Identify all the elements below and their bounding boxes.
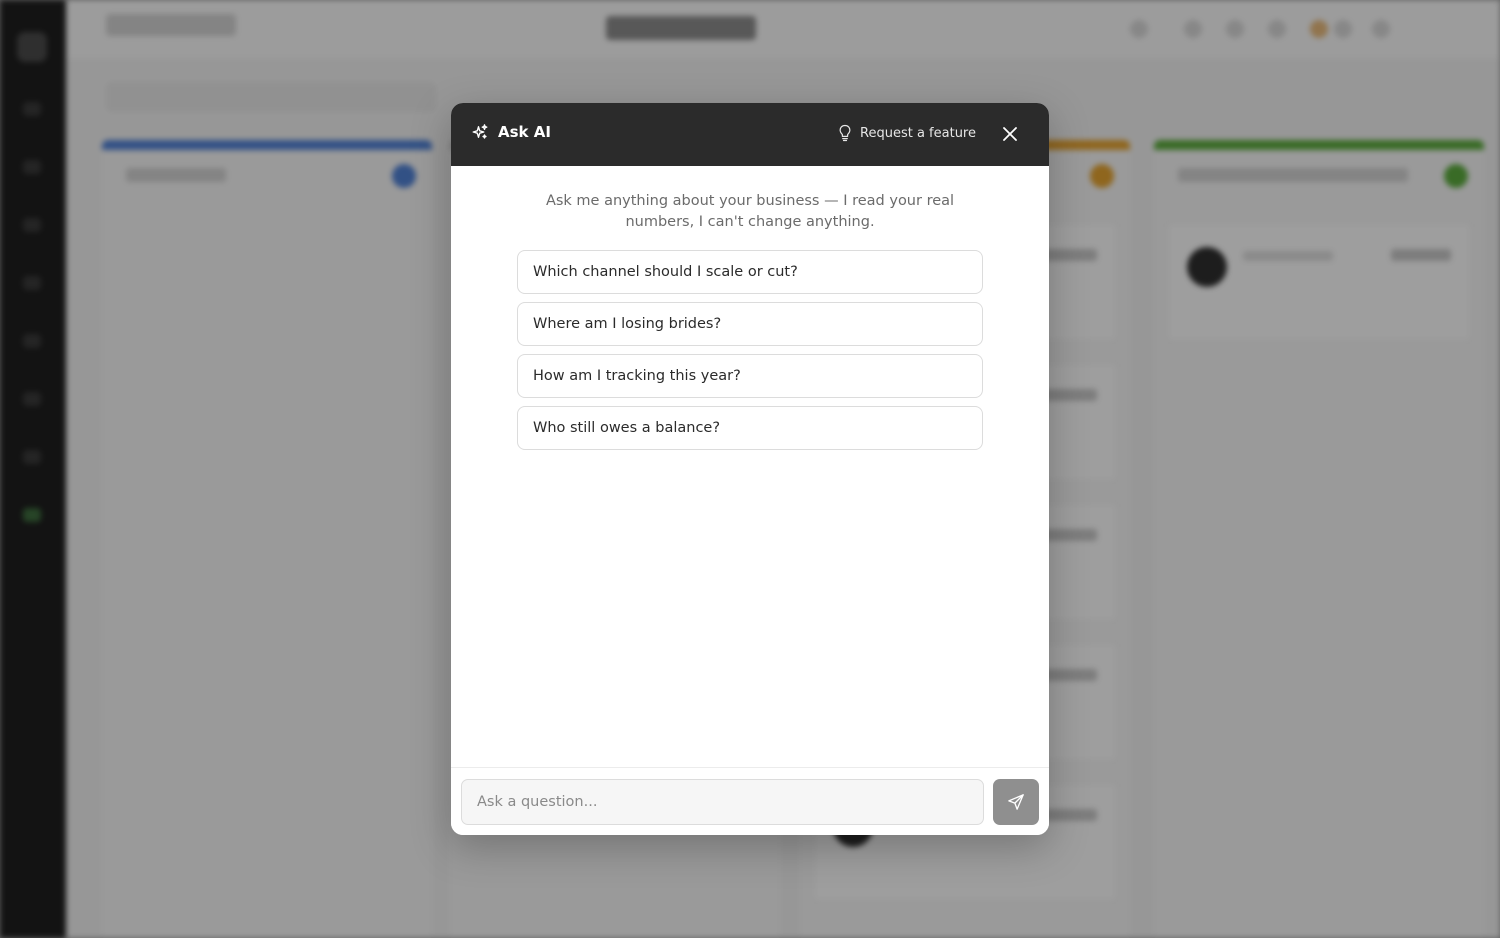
suggestion-chip[interactable]: Who still owes a balance? bbox=[517, 406, 983, 450]
modal-header: Ask AI Request a feature bbox=[451, 103, 1049, 166]
sparkle-icon bbox=[472, 124, 488, 139]
send-icon bbox=[1008, 794, 1024, 810]
suggestion-chip[interactable]: Where am I losing brides? bbox=[517, 302, 983, 346]
close-icon bbox=[1003, 127, 1017, 141]
ask-ai-modal: Ask AI Request a feature Ask me anything… bbox=[451, 103, 1049, 835]
modal-title: Ask AI bbox=[498, 123, 551, 141]
modal-title-group: Ask AI bbox=[471, 123, 551, 141]
question-composer bbox=[451, 767, 1049, 835]
request-feature-button[interactable]: Request a feature bbox=[837, 124, 976, 142]
intro-text: Ask me anything about your business — I … bbox=[545, 193, 955, 230]
close-button[interactable] bbox=[1001, 125, 1019, 143]
suggestion-chip[interactable]: How am I tracking this year? bbox=[517, 354, 983, 398]
lightbulb-icon bbox=[839, 124, 851, 142]
request-feature-label: Request a feature bbox=[860, 125, 976, 141]
ask-question-input[interactable] bbox=[461, 779, 984, 825]
suggestion-list: Which channel should I scale or cut? Whe… bbox=[517, 250, 983, 458]
send-button[interactable] bbox=[993, 779, 1039, 825]
suggestion-chip[interactable]: Which channel should I scale or cut? bbox=[517, 250, 983, 294]
